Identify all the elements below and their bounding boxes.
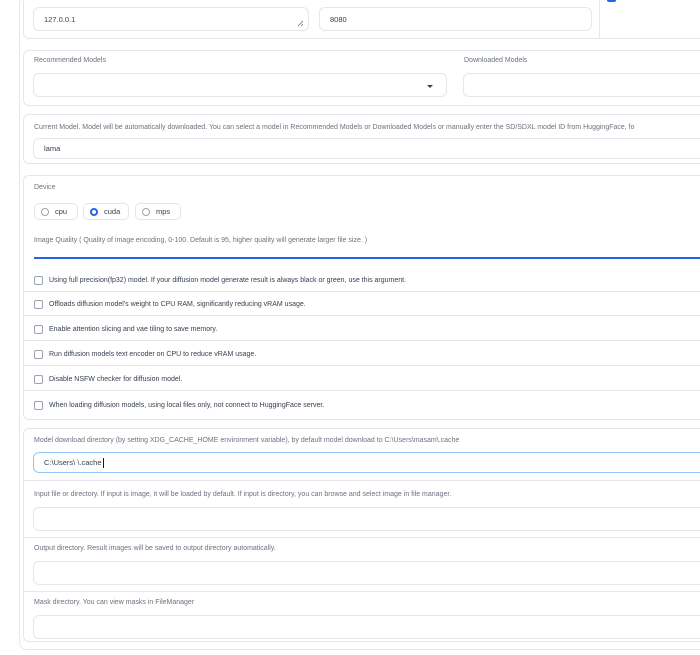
top-right-toggle-icon[interactable] bbox=[607, 0, 616, 2]
checkbox-cpu-offload[interactable]: Offloads diffusion model's weight to CPU… bbox=[34, 299, 306, 309]
radio-icon bbox=[41, 207, 49, 216]
divider bbox=[23, 537, 700, 538]
model-dir-input[interactable]: C:\Users\ \.cache bbox=[33, 452, 700, 473]
output-dir-input[interactable] bbox=[33, 561, 700, 585]
resize-handle-icon[interactable] bbox=[297, 20, 304, 27]
input-dir-input[interactable] bbox=[33, 507, 700, 531]
checkbox-icon[interactable] bbox=[34, 374, 43, 384]
device-option-cuda[interactable]: cuda bbox=[83, 203, 129, 220]
host-value: 127.0.0.1 bbox=[44, 14, 76, 24]
checkbox-text-encoder-cpu[interactable]: Run diffusion models text encoder on CPU… bbox=[34, 349, 256, 359]
checkbox-local-files-only[interactable]: When loading diffusion models, using loc… bbox=[34, 400, 324, 410]
checkbox-attention-slicing[interactable]: Enable attention slicing and vae tiling … bbox=[34, 324, 217, 334]
checkbox-icon[interactable] bbox=[34, 400, 43, 410]
divider bbox=[23, 390, 700, 391]
divider bbox=[23, 291, 700, 292]
checkbox-fp32[interactable]: Using full precision(fp32) model. If you… bbox=[34, 275, 406, 285]
checkbox-icon[interactable] bbox=[34, 324, 43, 334]
mask-dir-input[interactable] bbox=[33, 615, 700, 639]
image-quality-slider[interactable] bbox=[34, 257, 700, 259]
device-option-cpu[interactable]: cpu bbox=[34, 203, 78, 220]
divider bbox=[23, 315, 700, 316]
host-input[interactable]: 127.0.0.1 bbox=[33, 7, 309, 31]
divider bbox=[23, 365, 700, 366]
radio-icon bbox=[142, 207, 150, 216]
device-label: Device bbox=[34, 184, 56, 191]
checkbox-icon[interactable] bbox=[34, 349, 43, 359]
divider bbox=[23, 591, 700, 592]
checkbox-icon[interactable] bbox=[34, 275, 43, 285]
divider bbox=[23, 340, 700, 341]
output-dir-label: Output directory. Result images will be … bbox=[34, 545, 276, 552]
text-cursor bbox=[102, 457, 104, 468]
downloaded-models-select[interactable] bbox=[463, 73, 700, 97]
port-value: 8080 bbox=[330, 14, 347, 24]
recommended-models-label: Recommended Models bbox=[34, 57, 106, 64]
input-dir-label: Input file or directory. If input is ima… bbox=[34, 491, 452, 498]
checkbox-icon[interactable] bbox=[34, 299, 43, 309]
recommended-models-select[interactable] bbox=[33, 73, 447, 97]
current-model-label: Current Model. Model will be automatical… bbox=[34, 124, 635, 131]
top-column-divider bbox=[599, 0, 600, 39]
current-model-value: lama bbox=[44, 144, 61, 153]
chevron-down-icon bbox=[427, 85, 433, 88]
image-quality-label: Image Quality ( Quality of image encodin… bbox=[34, 237, 368, 244]
checkbox-disable-nsfw[interactable]: Disable NSFW checker for diffusion model… bbox=[34, 374, 182, 384]
mask-dir-label: Mask directory. You can view masks in Fi… bbox=[34, 599, 195, 606]
port-input[interactable]: 8080 bbox=[319, 7, 592, 31]
radio-selected-icon bbox=[90, 207, 98, 216]
model-dir-label: Model download directory (by setting XDG… bbox=[34, 437, 460, 444]
downloaded-models-label: Downloaded Models bbox=[464, 57, 528, 64]
current-model-input[interactable]: lama bbox=[33, 138, 700, 159]
device-option-mps[interactable]: mps bbox=[135, 203, 181, 220]
divider bbox=[23, 480, 700, 481]
model-dir-value: C:\Users\ \.cache bbox=[44, 458, 102, 467]
